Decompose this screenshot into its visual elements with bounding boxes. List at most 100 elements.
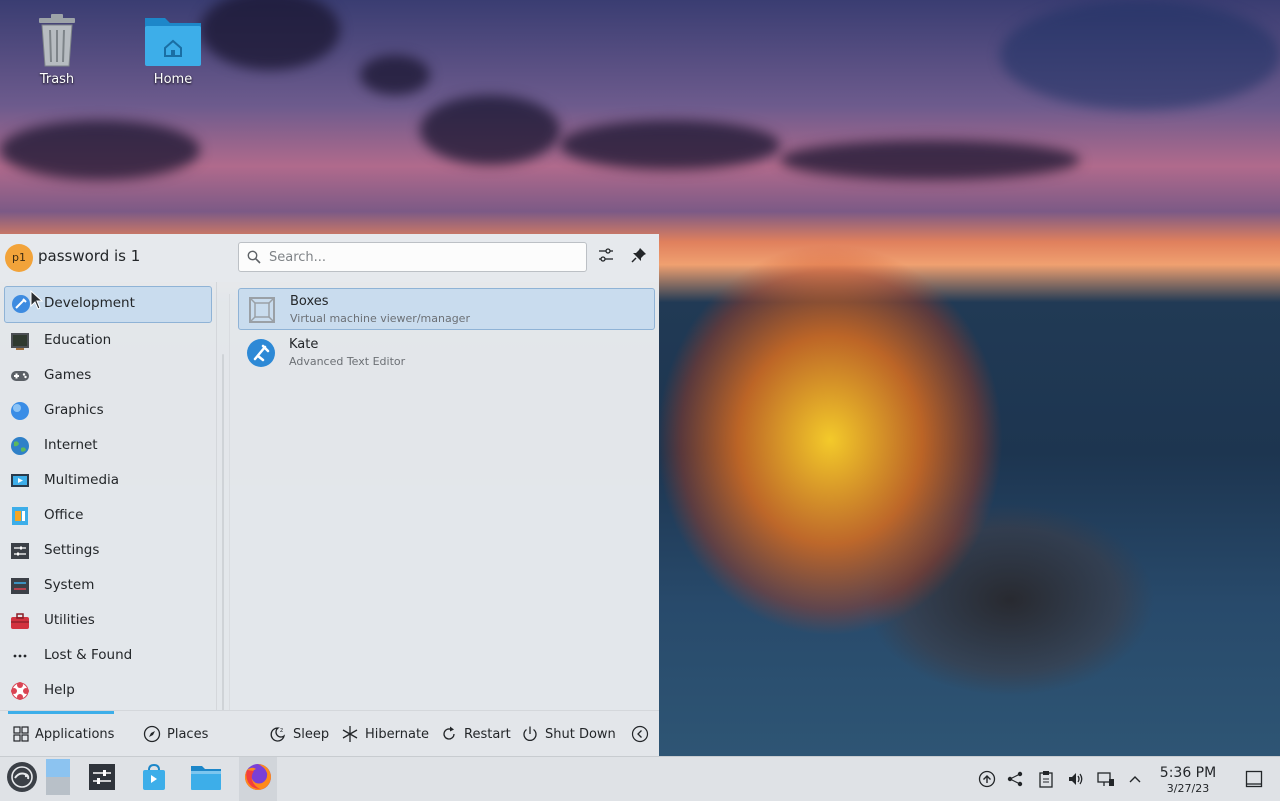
configure-button[interactable] bbox=[594, 245, 618, 269]
application-launcher-menu: p1 password is 1 Development bbox=[0, 234, 659, 757]
globe-icon bbox=[10, 436, 30, 456]
desktop-icon-label: Trash bbox=[39, 72, 75, 87]
category-internet[interactable]: Internet bbox=[0, 428, 216, 463]
restart-label: Restart bbox=[464, 726, 511, 742]
desktop-icon-home[interactable]: Home bbox=[133, 12, 213, 87]
tray-network[interactable] bbox=[1097, 770, 1115, 788]
search-field[interactable] bbox=[238, 242, 587, 272]
system-settings-icon bbox=[88, 763, 116, 795]
show-desktop-button[interactable] bbox=[1245, 770, 1263, 788]
hibernate-button[interactable]: Hibernate bbox=[341, 725, 429, 743]
update-icon bbox=[978, 770, 996, 788]
toolbox-icon bbox=[10, 611, 30, 631]
category-label: Help bbox=[44, 682, 75, 698]
grid-icon bbox=[13, 726, 29, 742]
hibernate-label: Hibernate bbox=[365, 726, 430, 742]
category-label: Multimedia bbox=[44, 472, 120, 488]
menu-header: p1 password is 1 bbox=[0, 234, 659, 282]
app-launcher-button[interactable] bbox=[4, 761, 40, 797]
sleep-icon: z bbox=[270, 727, 286, 742]
app-description: Advanced Text Editor bbox=[289, 355, 406, 368]
network-wired-icon bbox=[1097, 772, 1114, 786]
restart-icon bbox=[443, 726, 455, 740]
mouse-cursor-icon bbox=[30, 289, 44, 314]
avatar[interactable]: p1 bbox=[5, 244, 33, 272]
tab-applications[interactable]: Applications bbox=[13, 725, 114, 743]
category-label: Lost & Found bbox=[44, 647, 133, 663]
restart-button[interactable]: Restart bbox=[440, 725, 511, 743]
category-label: Office bbox=[44, 507, 84, 523]
user-name: password is 1 bbox=[38, 247, 141, 265]
tab-places[interactable]: Places bbox=[143, 725, 208, 743]
office-icon bbox=[10, 506, 30, 526]
graphics-icon bbox=[10, 401, 30, 421]
app-list: Boxes Virtual machine viewer/manager Kat… bbox=[238, 288, 655, 374]
category-utilities[interactable]: Utilities bbox=[0, 603, 216, 638]
clock-time: 5:36 PM bbox=[1159, 765, 1217, 781]
category-label: Education bbox=[44, 332, 112, 348]
category-graphics[interactable]: Graphics bbox=[0, 393, 216, 428]
education-icon bbox=[10, 331, 30, 351]
compass-icon bbox=[143, 725, 161, 743]
opensuse-logo-icon bbox=[6, 761, 38, 797]
kate-icon bbox=[246, 338, 276, 368]
tray-updates[interactable] bbox=[978, 770, 996, 788]
taskbar-firefox[interactable] bbox=[239, 757, 277, 801]
shutdown-label: Shut Down bbox=[545, 726, 616, 742]
category-games[interactable]: Games bbox=[0, 358, 216, 393]
category-help[interactable]: Help bbox=[0, 673, 216, 708]
snowflake-icon bbox=[342, 726, 358, 742]
taskbar-system-settings[interactable] bbox=[84, 761, 120, 797]
ellipsis-icon bbox=[10, 646, 30, 666]
show-desktop-icon bbox=[1245, 770, 1263, 788]
app-item-kate[interactable]: Kate Advanced Text Editor bbox=[238, 332, 655, 372]
category-system[interactable]: System bbox=[0, 568, 216, 603]
tab-label: Applications bbox=[35, 726, 115, 742]
app-list-divider bbox=[229, 294, 236, 714]
tray-clipboard[interactable] bbox=[1037, 770, 1055, 788]
sleep-button[interactable]: z Sleep bbox=[269, 725, 329, 743]
clipboard-icon bbox=[1039, 771, 1053, 788]
more-actions-button[interactable] bbox=[631, 725, 655, 743]
trash-icon bbox=[33, 12, 81, 68]
shutdown-button[interactable]: Shut Down bbox=[521, 725, 616, 743]
desktop-icon-trash[interactable]: Trash bbox=[17, 12, 97, 87]
folder-icon bbox=[190, 763, 222, 795]
settings-icon bbox=[10, 541, 30, 561]
tray-kde-connect[interactable] bbox=[1006, 770, 1024, 788]
category-office[interactable]: Office bbox=[0, 498, 216, 533]
category-label: Settings bbox=[44, 542, 100, 558]
category-label: Development bbox=[44, 295, 135, 311]
taskbar-discover[interactable] bbox=[136, 761, 172, 797]
app-description: Virtual machine viewer/manager bbox=[290, 312, 470, 325]
tray-volume[interactable] bbox=[1067, 770, 1085, 788]
category-list: Development Education Games Graphics Int… bbox=[0, 286, 216, 708]
category-lost-and-found[interactable]: Lost & Found bbox=[0, 638, 216, 673]
category-scrollbar[interactable] bbox=[222, 354, 224, 714]
tray-expand-button[interactable] bbox=[1126, 770, 1144, 788]
category-settings[interactable]: Settings bbox=[0, 533, 216, 568]
menu-footer: Applications Places z Sleep Hibernate Re… bbox=[0, 710, 659, 757]
taskbar: 5:36 PM 3/27/23 bbox=[0, 756, 1280, 801]
gamepad-icon bbox=[10, 366, 30, 386]
tab-label: Places bbox=[167, 726, 209, 742]
pager-icon bbox=[44, 759, 72, 799]
firefox-icon bbox=[243, 762, 273, 796]
app-name: Boxes bbox=[290, 294, 329, 309]
category-multimedia[interactable]: Multimedia bbox=[0, 463, 216, 498]
app-item-boxes[interactable]: Boxes Virtual machine viewer/manager bbox=[238, 288, 655, 330]
pin-icon bbox=[630, 246, 648, 268]
svg-text:z: z bbox=[280, 727, 283, 734]
category-label: System bbox=[44, 577, 95, 593]
category-divider bbox=[216, 282, 217, 712]
pin-button[interactable] bbox=[627, 245, 651, 269]
chevron-left-circle-icon bbox=[631, 725, 649, 743]
virtual-desktop-pager[interactable] bbox=[40, 759, 76, 799]
sliders-icon bbox=[597, 246, 615, 268]
app-name: Kate bbox=[289, 337, 319, 352]
category-education[interactable]: Education bbox=[0, 323, 216, 358]
development-icon bbox=[11, 294, 31, 314]
taskbar-file-manager[interactable] bbox=[188, 761, 224, 797]
search-input[interactable] bbox=[267, 247, 571, 267]
clock-date: 3/27/23 bbox=[1166, 782, 1210, 795]
